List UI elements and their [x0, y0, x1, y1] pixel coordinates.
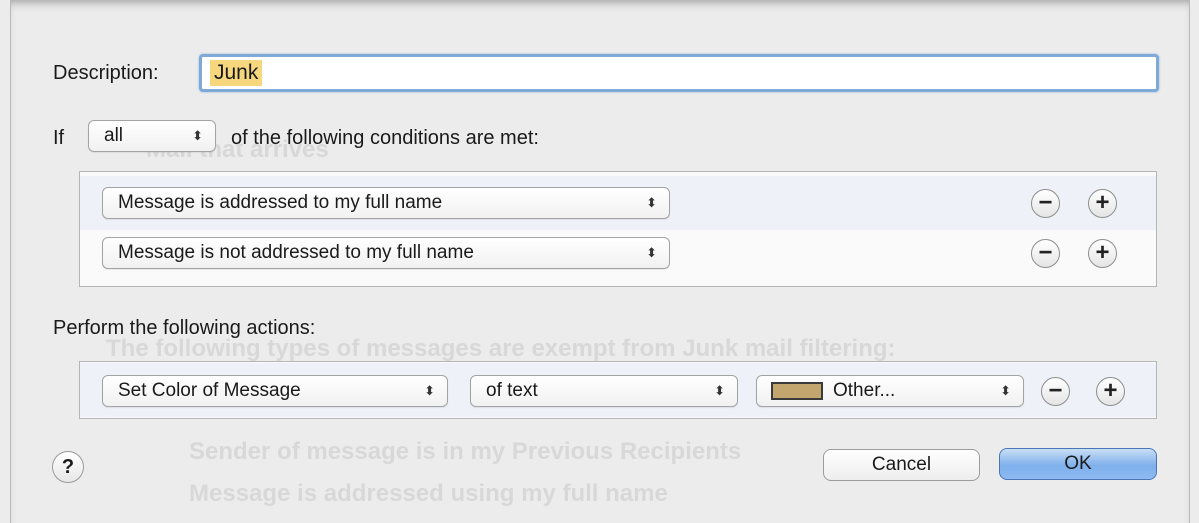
add-action-button[interactable]: + [1096, 377, 1125, 406]
condition-value: Message is addressed to my full name [118, 192, 443, 213]
minus-icon: − [1038, 189, 1053, 216]
condition-row: Message is addressed to my full name ⬍ −… [80, 176, 1156, 230]
popup-arrows-icon: ⬍ [192, 128, 203, 143]
description-value: Junk [210, 60, 263, 86]
ok-button[interactable]: OK [999, 448, 1157, 480]
remove-condition-button[interactable]: − [1031, 239, 1060, 268]
add-condition-button[interactable]: + [1088, 189, 1117, 218]
action-value: Set Color of Message [118, 380, 301, 401]
add-condition-button[interactable]: + [1088, 239, 1117, 268]
match-mode-popup[interactable]: all ⬍ [88, 120, 216, 152]
plus-icon: + [1095, 239, 1110, 266]
cancel-button[interactable]: Cancel [823, 449, 980, 481]
remove-action-button[interactable]: − [1041, 377, 1070, 406]
popup-arrows-icon: ⬍ [424, 383, 435, 398]
background-text: Message is addressed using my full name [189, 480, 668, 507]
minus-icon: − [1048, 377, 1063, 404]
action-target-value: of text [486, 380, 538, 401]
description-field[interactable]: Junk [199, 54, 1159, 92]
action-row: Set Color of Message ⬍ of text ⬍ Other..… [80, 363, 1156, 417]
rule-editor-sheet: Mail that arrives The following types of… [10, 0, 1190, 523]
popup-arrows-icon: ⬍ [646, 195, 657, 210]
match-mode-value: all [104, 125, 124, 146]
remove-condition-button[interactable]: − [1031, 189, 1060, 218]
minus-icon: − [1038, 239, 1053, 266]
conditions-list: Message is addressed to my full name ⬍ −… [79, 171, 1157, 287]
color-swatch [771, 382, 823, 400]
condition-value: Message is not addressed to my full name [118, 242, 474, 263]
plus-icon: + [1095, 189, 1110, 216]
color-popup[interactable]: Other... ⬍ [756, 375, 1024, 407]
action-target-popup[interactable]: of text ⬍ [470, 375, 738, 407]
help-button[interactable]: ? [52, 451, 84, 483]
description-label: Description: [53, 62, 159, 84]
question-mark-icon: ? [61, 456, 75, 478]
actions-list: Set Color of Message ⬍ of text ⬍ Other..… [79, 361, 1157, 419]
conditions-suffix: of the following conditions are met: [231, 127, 539, 149]
condition-popup[interactable]: Message is addressed to my full name ⬍ [102, 187, 670, 219]
action-popup[interactable]: Set Color of Message ⬍ [102, 375, 448, 407]
popup-arrows-icon: ⬍ [646, 245, 657, 260]
popup-arrows-icon: ⬍ [714, 383, 725, 398]
popup-arrows-icon: ⬍ [1000, 383, 1011, 398]
condition-popup[interactable]: Message is not addressed to my full name… [102, 237, 670, 269]
if-label: If [53, 127, 65, 149]
background-text: Sender of message is in my Previous Reci… [189, 438, 742, 465]
plus-icon: + [1103, 377, 1118, 404]
color-option-value: Other... [833, 380, 896, 401]
actions-label: Perform the following actions: [53, 317, 316, 339]
condition-row: Message is not addressed to my full name… [80, 230, 1156, 284]
